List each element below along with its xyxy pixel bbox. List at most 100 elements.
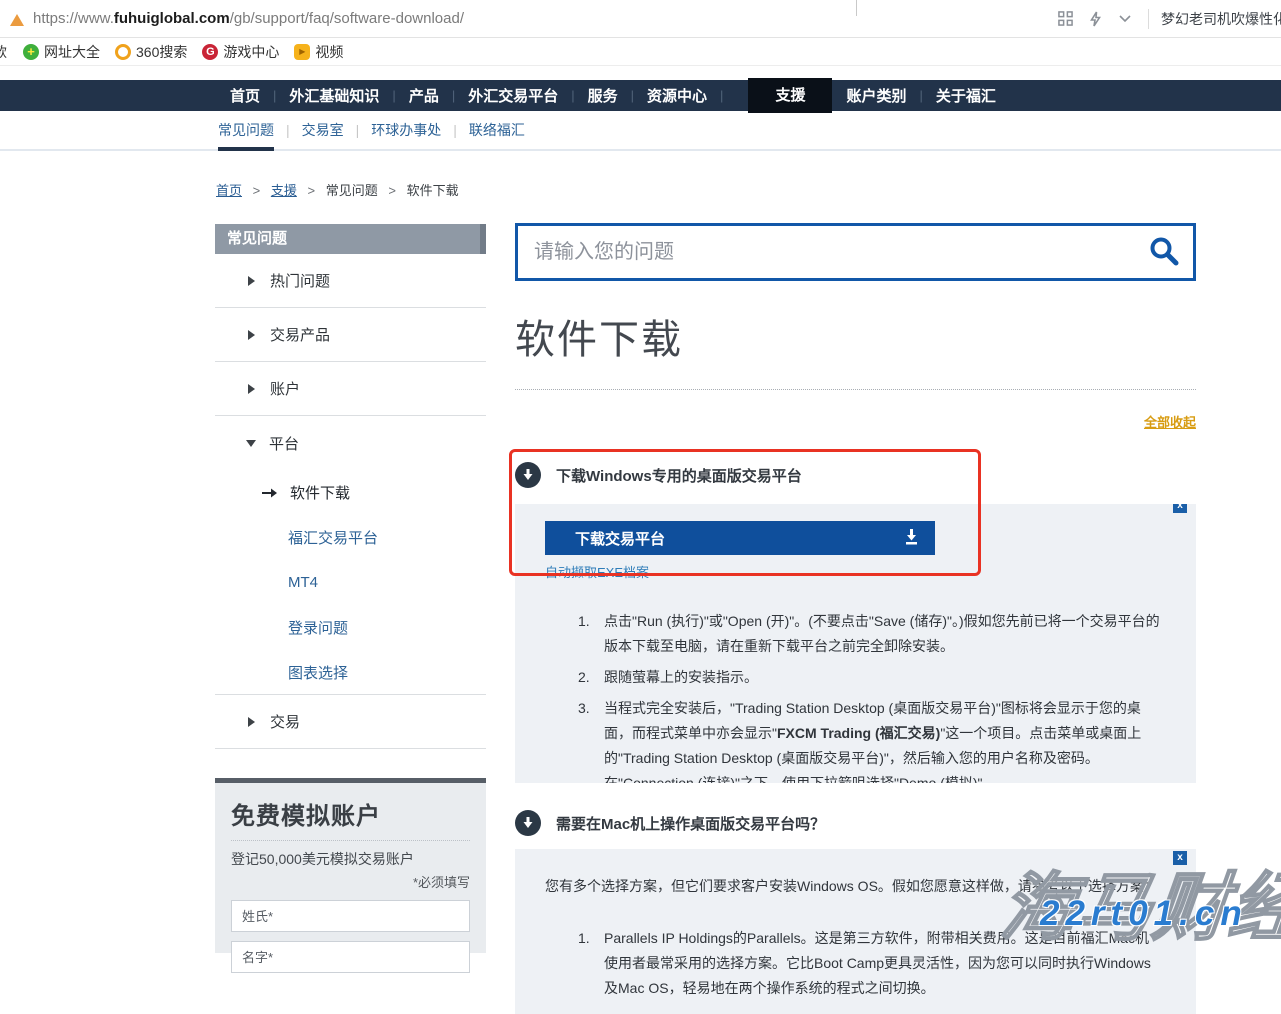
nav-separator: | [720, 88, 723, 103]
breadcrumb-faq: 常见问题 [326, 183, 378, 198]
360-search-icon [115, 44, 131, 60]
faq1-header[interactable]: 下载Windows专用的桌面版交易平台 [515, 462, 1196, 488]
breadcrumb-separator: > [253, 183, 261, 198]
sidebar-item-trading-products[interactable]: 交易产品 [215, 308, 486, 362]
free-demo-account-box: 免费模拟账户 登记50,000美元模拟交易账户 *必须填写 [215, 778, 486, 953]
exe-file-link[interactable]: 自动撷取EXE档案 [545, 562, 649, 581]
step-text: 点击"Run (执行)"或"Open (开)"。(不要点击"Save (储存)"… [604, 609, 1162, 659]
first-name-field[interactable] [231, 941, 470, 973]
faq1-title: 下载Windows专用的桌面版交易平台 [556, 465, 802, 486]
current-arrow-icon [262, 487, 277, 499]
step-text: Parallels IP Holdings的Parallels。这是第三方软件，… [604, 926, 1162, 1001]
faq2-header[interactable]: 需要在Mac机上操作桌面版交易平台吗？ [515, 810, 1196, 836]
sidebar-item-trading[interactable]: 交易 [215, 695, 486, 749]
wangzhi-icon [23, 44, 39, 60]
nav-item-about-fxcm[interactable]: 关于福汇 [936, 85, 996, 106]
faq1-panel: x 下载交易平台 自动撷取EXE档案 1. 点击"Run (执行)"或"Open… [515, 504, 1196, 783]
subnav-item-contact[interactable]: 联络福汇 [469, 111, 525, 149]
breadcrumb-home-link[interactable]: 首页 [216, 183, 242, 198]
sidebar-subitem-mt4[interactable]: MT4 [215, 560, 486, 605]
sidebar-subitem-label[interactable]: 图表选择 [215, 662, 348, 683]
bookmark-label: 360搜索 [136, 42, 187, 62]
nav-item-support-active[interactable]: 支援 [748, 78, 832, 113]
main-navigation: 首页 | 外汇基础知识 | 产品 | 外汇交易平台 | 服务 | 资源中心 | … [0, 80, 1281, 111]
subnav-item-faq-active[interactable]: 常见问题 [218, 111, 274, 151]
extensions-grid-icon[interactable] [1056, 10, 1074, 28]
faq-search-box [515, 223, 1196, 281]
nav-item-trading-platform[interactable]: 外汇交易平台 [468, 85, 558, 106]
nav-item-products[interactable]: 产品 [409, 85, 439, 106]
download-button-label: 下载交易平台 [575, 528, 665, 549]
url-field[interactable]: https://www.fuhuiglobal.com/gb/support/f… [33, 10, 464, 27]
faq2-panel: x 您有多个选择方案，但它们要求客户安装Windows OS。假如您愿意这样做，… [515, 849, 1196, 1014]
nav-separator: | [571, 88, 574, 103]
tab-divider [856, 0, 857, 16]
nav-item-resources[interactable]: 资源中心 [647, 85, 707, 106]
nav-separator: | [919, 88, 922, 103]
sidebar-item-label: 平台 [269, 433, 299, 454]
download-circle-icon [515, 810, 541, 836]
bookmark-wangzhi[interactable]: 网址大全 [23, 42, 100, 62]
bookmark-game-center[interactable]: G 游戏中心 [202, 42, 279, 62]
sidebar-subitem-label[interactable]: 登录问题 [215, 617, 348, 638]
chevron-down-icon[interactable] [1116, 10, 1134, 28]
triangle-right-icon [248, 330, 255, 340]
sidebar-subitem-chart-options[interactable]: 图表选择 [215, 650, 486, 695]
bookmark-video[interactable]: 视频 [294, 42, 343, 62]
breadcrumb: 首页 > 支援 > 常见问题 > 软件下载 [216, 180, 459, 199]
sidebar-subitem-software-download-current[interactable]: 软件下载 [215, 470, 486, 515]
faq2-close-button[interactable]: x [1173, 851, 1187, 865]
bookmark-label: 网址大全 [44, 42, 100, 62]
game-center-icon: G [202, 44, 218, 60]
faq1-close-button[interactable]: x [1173, 504, 1187, 513]
last-name-field[interactable] [231, 900, 470, 932]
nav-separator: | [452, 88, 455, 103]
breadcrumb-separator: > [388, 183, 396, 198]
title-divider [515, 389, 1196, 390]
breadcrumb-current: 软件下载 [407, 183, 459, 198]
search-input[interactable] [518, 241, 1135, 264]
sidebar-item-hot-questions[interactable]: 热门问题 [215, 254, 486, 308]
address-bar-divider [1148, 9, 1149, 29]
triangle-right-icon [248, 384, 255, 394]
nav-item-forex-basics[interactable]: 外汇基础知识 [289, 85, 379, 106]
download-arrow-icon [903, 528, 920, 548]
bookmark-360search[interactable]: 360搜索 [115, 42, 187, 62]
sidebar-item-label: 热门问题 [270, 270, 330, 291]
sidebar-item-account[interactable]: 账户 [215, 362, 486, 416]
sidebar-subitem-label[interactable]: MT4 [215, 574, 318, 591]
browser-hotword-ticker[interactable]: 梦幻老司机吹爆性化 [1161, 9, 1281, 29]
breadcrumb-separator: > [308, 183, 316, 198]
step-item: 3. 当程式完全安装后，"Trading Station Desktop (桌面… [578, 696, 1166, 783]
step-number: 1. [578, 609, 604, 659]
bookmark-partial-label[interactable]: 款 [0, 42, 8, 62]
search-button[interactable] [1135, 226, 1193, 278]
demo-box-subtitle: 登记50,000美元模拟交易账户 [215, 841, 486, 869]
sidebar-subitem-login-issues[interactable]: 登录问题 [215, 605, 486, 650]
subnav-item-trading-room[interactable]: 交易室 [302, 111, 344, 149]
bookmarks-bar: 款 网址大全 360搜索 G 游戏中心 视频 [0, 38, 1281, 66]
support-subnav: 常见问题 | 交易室 | 环球办事处 | 联络福汇 [0, 111, 1281, 151]
sidebar-subitem-label: 软件下载 [290, 482, 350, 503]
sidebar-subitem-label[interactable]: 福汇交易平台 [215, 527, 378, 548]
demo-box-required-note: *必须填写 [215, 869, 486, 891]
bookmark-label: 视频 [315, 42, 343, 62]
download-platform-button[interactable]: 下载交易平台 [545, 521, 935, 555]
page-title: 软件下载 [515, 307, 1196, 365]
faq-main-content: 软件下载 全部收起 下载Windows专用的桌面版交易平台 x 下载交易平台 自… [515, 223, 1196, 1014]
nav-item-services[interactable]: 服务 [588, 85, 618, 106]
sidebar-item-platform-expanded[interactable]: 平台 [215, 416, 486, 470]
collapse-all-link[interactable]: 全部收起 [1144, 415, 1196, 430]
nav-item-home[interactable]: 首页 [230, 85, 260, 106]
step-number: 2. [578, 665, 604, 690]
faq1-steps: 1. 点击"Run (执行)"或"Open (开)"。(不要点击"Save (储… [545, 609, 1166, 783]
sidebar-subitem-fxcm-platform[interactable]: 福汇交易平台 [215, 515, 486, 560]
demo-box-title: 免费模拟账户 [215, 783, 486, 840]
step-number: 1. [578, 926, 604, 1001]
step-number: 3. [578, 696, 604, 783]
subnav-item-global-offices[interactable]: 环球办事处 [371, 111, 441, 149]
breadcrumb-support-link[interactable]: 支援 [271, 183, 297, 198]
nav-item-account-types[interactable]: 账户类别 [846, 85, 906, 106]
subnav-separator: | [286, 111, 290, 149]
speed-mode-lightning-icon[interactable] [1086, 10, 1104, 28]
